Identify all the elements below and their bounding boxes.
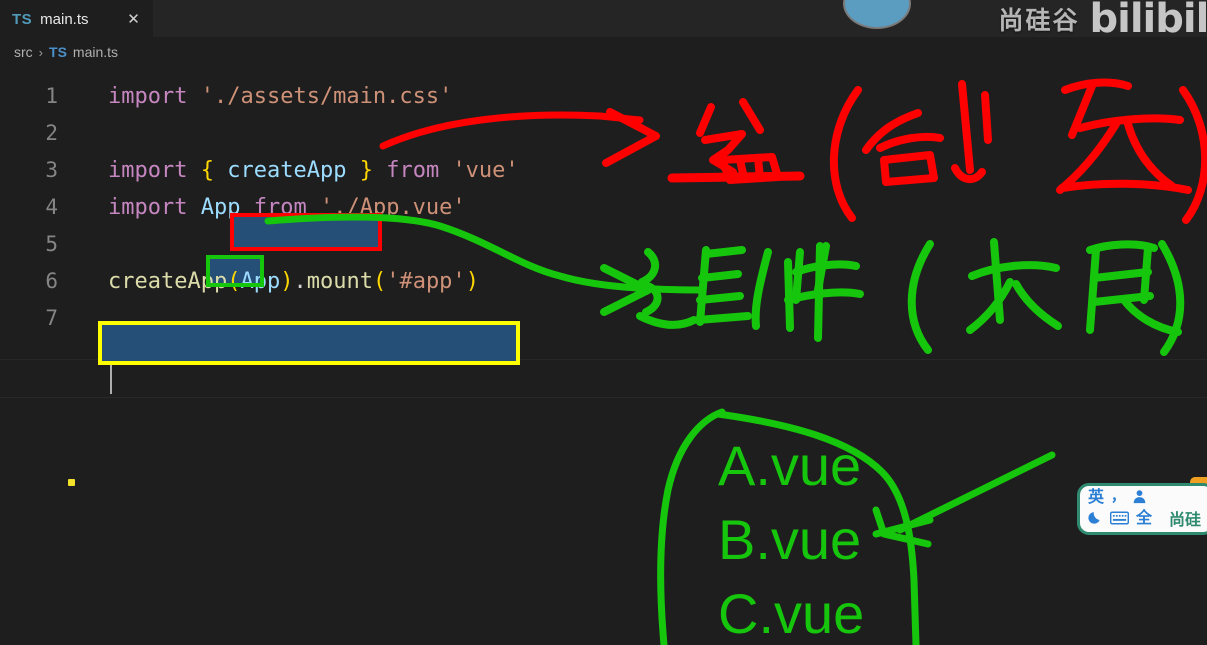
line-number: 5: [45, 232, 58, 256]
code-token: from: [386, 158, 440, 183]
code-token: mount: [306, 269, 373, 294]
code-token: './assets/main.css': [200, 84, 453, 109]
code-token: ): [280, 269, 294, 294]
moon-icon[interactable]: [1088, 510, 1103, 525]
user-icon[interactable]: [1132, 489, 1147, 504]
typescript-file-icon: TS: [49, 44, 67, 60]
ime-row-bottom: 全 尚硅: [1088, 506, 1204, 530]
breadcrumb-item-src[interactable]: src: [14, 44, 33, 60]
ime-row-top: 英 ，: [1088, 488, 1204, 505]
code-editor[interactable]: 1 2 3 4 5 6 7 import './assets/main.css'…: [0, 67, 1207, 645]
line-number: 2: [45, 121, 58, 145]
code-token: }: [359, 158, 373, 183]
line-number: 4: [45, 195, 58, 219]
code-token: import: [108, 158, 188, 183]
code-token: .: [293, 269, 307, 294]
line-number: 6: [45, 269, 58, 293]
code-line-6[interactable]: createApp(App).mount('#app'): [108, 269, 479, 294]
text-caret: [110, 364, 112, 394]
ime-punctuation-toggle[interactable]: ，: [1111, 490, 1125, 504]
code-token: import: [108, 84, 188, 109]
bilibili-logo-watermark: bilibili: [1089, 0, 1207, 42]
code-token: {: [200, 158, 214, 183]
ime-mode-label[interactable]: 英: [1088, 488, 1104, 505]
ime-brand-label: 尚硅: [1169, 509, 1202, 529]
chevron-right-icon: ›: [38, 44, 44, 60]
marker-dot-icon: [68, 479, 75, 486]
code-line-1[interactable]: import './assets/main.css': [108, 84, 452, 109]
annotation-box-green: [206, 255, 264, 287]
code-token: 'vue': [452, 158, 519, 183]
editor-tab-bar: TS main.ts ✕ 尚硅谷 bilibili: [0, 0, 1207, 42]
current-line-bottom-border: [0, 397, 1207, 398]
watermark: 尚硅谷 bilibili: [998, 0, 1207, 42]
line-number: 7: [45, 306, 58, 330]
code-token: '#app': [386, 269, 466, 294]
code-token: createApp: [227, 158, 347, 183]
ime-width-toggle[interactable]: 全: [1136, 509, 1152, 526]
typescript-file-icon: TS: [12, 10, 33, 28]
line-number: 1: [45, 84, 58, 108]
line-number: 3: [45, 158, 58, 182]
close-icon[interactable]: ✕: [124, 10, 143, 29]
breadcrumb: src › TS main.ts: [0, 37, 1207, 67]
code-token: ): [465, 269, 479, 294]
avatar: [843, 0, 911, 29]
tab-label: main.ts: [40, 10, 89, 28]
code-token: import: [108, 195, 188, 220]
ime-toolbar[interactable]: 英 ， 全 尚硅: [1077, 483, 1207, 535]
tab-main-ts[interactable]: TS main.ts ✕: [0, 0, 153, 37]
annotation-box-yellow: [98, 321, 520, 365]
channel-name-watermark: 尚硅谷: [998, 5, 1080, 35]
code-line-3[interactable]: import { createApp } from 'vue': [108, 158, 519, 183]
code-token: (: [372, 269, 387, 294]
annotation-box-red: [230, 213, 382, 251]
breadcrumb-item-file[interactable]: main.ts: [73, 44, 118, 60]
keyboard-icon[interactable]: [1110, 510, 1129, 525]
